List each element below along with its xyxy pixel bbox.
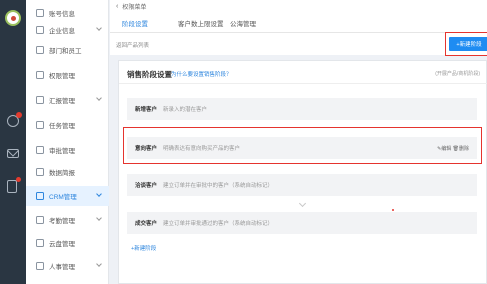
settings-menu: 账号信息 企业信息 部门和员工 权限管理 汇报管理 任务管理 审批管理 数据简报… (26, 0, 109, 284)
menu-item-hr[interactable]: 人事管理 (26, 256, 109, 276)
tab-bar: 阶段设置 客户数上限设置 公海管理 (110, 13, 487, 34)
crm-icon (36, 192, 44, 200)
back-to-products-link[interactable]: 返回产品列表 (116, 41, 149, 49)
mail-icon[interactable] (7, 149, 19, 158)
menu-item-company[interactable]: 企业信息 (26, 20, 109, 40)
menu-item-crm[interactable]: CRM管理 (26, 186, 109, 206)
action-bar: 返回产品列表 (110, 33, 487, 55)
task-icon (36, 121, 44, 129)
app-rail (0, 0, 26, 284)
tab-customer-limit[interactable]: 客户数上限设置 (178, 18, 224, 28)
menu-label: 权限管理 (49, 73, 75, 80)
breadcrumb: ‹ 权限菜单 (110, 0, 487, 13)
building-icon (36, 26, 44, 34)
chevron-down-icon (298, 199, 307, 208)
menu-label: 汇报管理 (49, 98, 75, 105)
menu-item-data-brief[interactable]: 数据简报 (26, 162, 109, 182)
menu-item-tasks[interactable]: 任务管理 (26, 115, 109, 135)
stage-name: 新增客户 (135, 107, 158, 113)
stage-row[interactable]: 成交客户 建立订单并审批通过的客户（系统自动标记） (127, 212, 477, 234)
chevron-down-icon (96, 191, 102, 197)
menu-item-approvals[interactable]: 审批管理 (26, 140, 109, 160)
main-content: ‹ 权限菜单 阶段设置 客户数上限设置 公海管理 返回产品列表 销售阶段设置 为… (110, 0, 487, 284)
menu-label: CRM管理 (49, 194, 77, 201)
menu-item-reports[interactable]: 汇报管理 (26, 90, 109, 110)
menu-item-permissions[interactable]: 权限管理 (26, 65, 109, 85)
chevron-down-icon (96, 215, 102, 221)
add-stage-link[interactable]: +新建阶段 (131, 244, 156, 252)
panel-title: 销售阶段设置 (127, 70, 172, 79)
notification-dot (16, 177, 21, 182)
person-icon (36, 262, 44, 270)
stage-row[interactable]: 新增客户 新录入的潜在客户 (127, 98, 477, 120)
menu-label: 云盘管理 (49, 241, 75, 248)
menu-label: 人事管理 (49, 264, 75, 271)
menu-label: 部门和员工 (49, 48, 82, 55)
sales-stage-panel: 销售阶段设置 为什么要设置销售阶段？ (开展产品/商机阶段) 新增客户 新录入的… (118, 60, 487, 284)
highlight-frame (123, 127, 482, 164)
tab-public-pool[interactable]: 公海管理 (230, 18, 256, 28)
menu-label: 考勤管理 (49, 218, 75, 225)
stage-name: 洽谈客户 (135, 183, 158, 189)
breadcrumb-title: 权限菜单 (122, 5, 147, 11)
document-icon[interactable] (7, 177, 21, 193)
chevron-down-icon (96, 95, 102, 101)
approve-icon (36, 146, 44, 154)
lock-icon (36, 71, 44, 79)
notification-dot (16, 112, 22, 118)
panel-hint: (开展产品/商机阶段) (435, 71, 480, 77)
stage-name: 成交客户 (135, 221, 158, 227)
tab-stage-settings[interactable]: 阶段设置 (120, 18, 150, 34)
stage-desc: 新录入的潜在客户 (163, 107, 208, 113)
report-icon (36, 96, 44, 104)
cloud-icon (36, 239, 44, 247)
divider (119, 83, 487, 84)
menu-item-attendance[interactable]: 考勤管理 (26, 210, 109, 230)
new-stage-button[interactable]: +新建阶段 (449, 37, 487, 51)
chevron-down-icon (96, 261, 102, 267)
menu-label: 账号信息 (49, 11, 75, 18)
menu-label: 审批管理 (49, 148, 75, 155)
stage-row[interactable]: 洽谈客户 建立订单并在审批中的客户（系统自动标记） (127, 174, 477, 196)
menu-label: 数据简报 (49, 170, 75, 177)
help-link[interactable]: 为什么要设置销售阶段？ (171, 70, 232, 78)
user-icon (36, 9, 44, 17)
menu-label: 任务管理 (49, 123, 75, 130)
stage-desc: 建立订单并在审批中的客户（系统自动标记） (163, 183, 274, 189)
cursor-dot (392, 209, 394, 211)
menu-item-departments[interactable]: 部门和员工 (26, 40, 109, 60)
chevron-down-icon (96, 25, 102, 31)
stage-desc: 建立订单并审批通过的客户（系统自动标记） (163, 221, 274, 227)
back-arrow-icon[interactable]: ‹ (116, 3, 118, 10)
menu-label: 企业信息 (49, 28, 75, 35)
clock-icon (36, 216, 44, 224)
menu-item-cloud-drive[interactable]: 云盘管理 (26, 233, 109, 253)
chat-icon[interactable] (7, 112, 22, 127)
org-icon (36, 46, 44, 54)
avatar[interactable] (5, 10, 21, 26)
data-icon (36, 168, 44, 176)
